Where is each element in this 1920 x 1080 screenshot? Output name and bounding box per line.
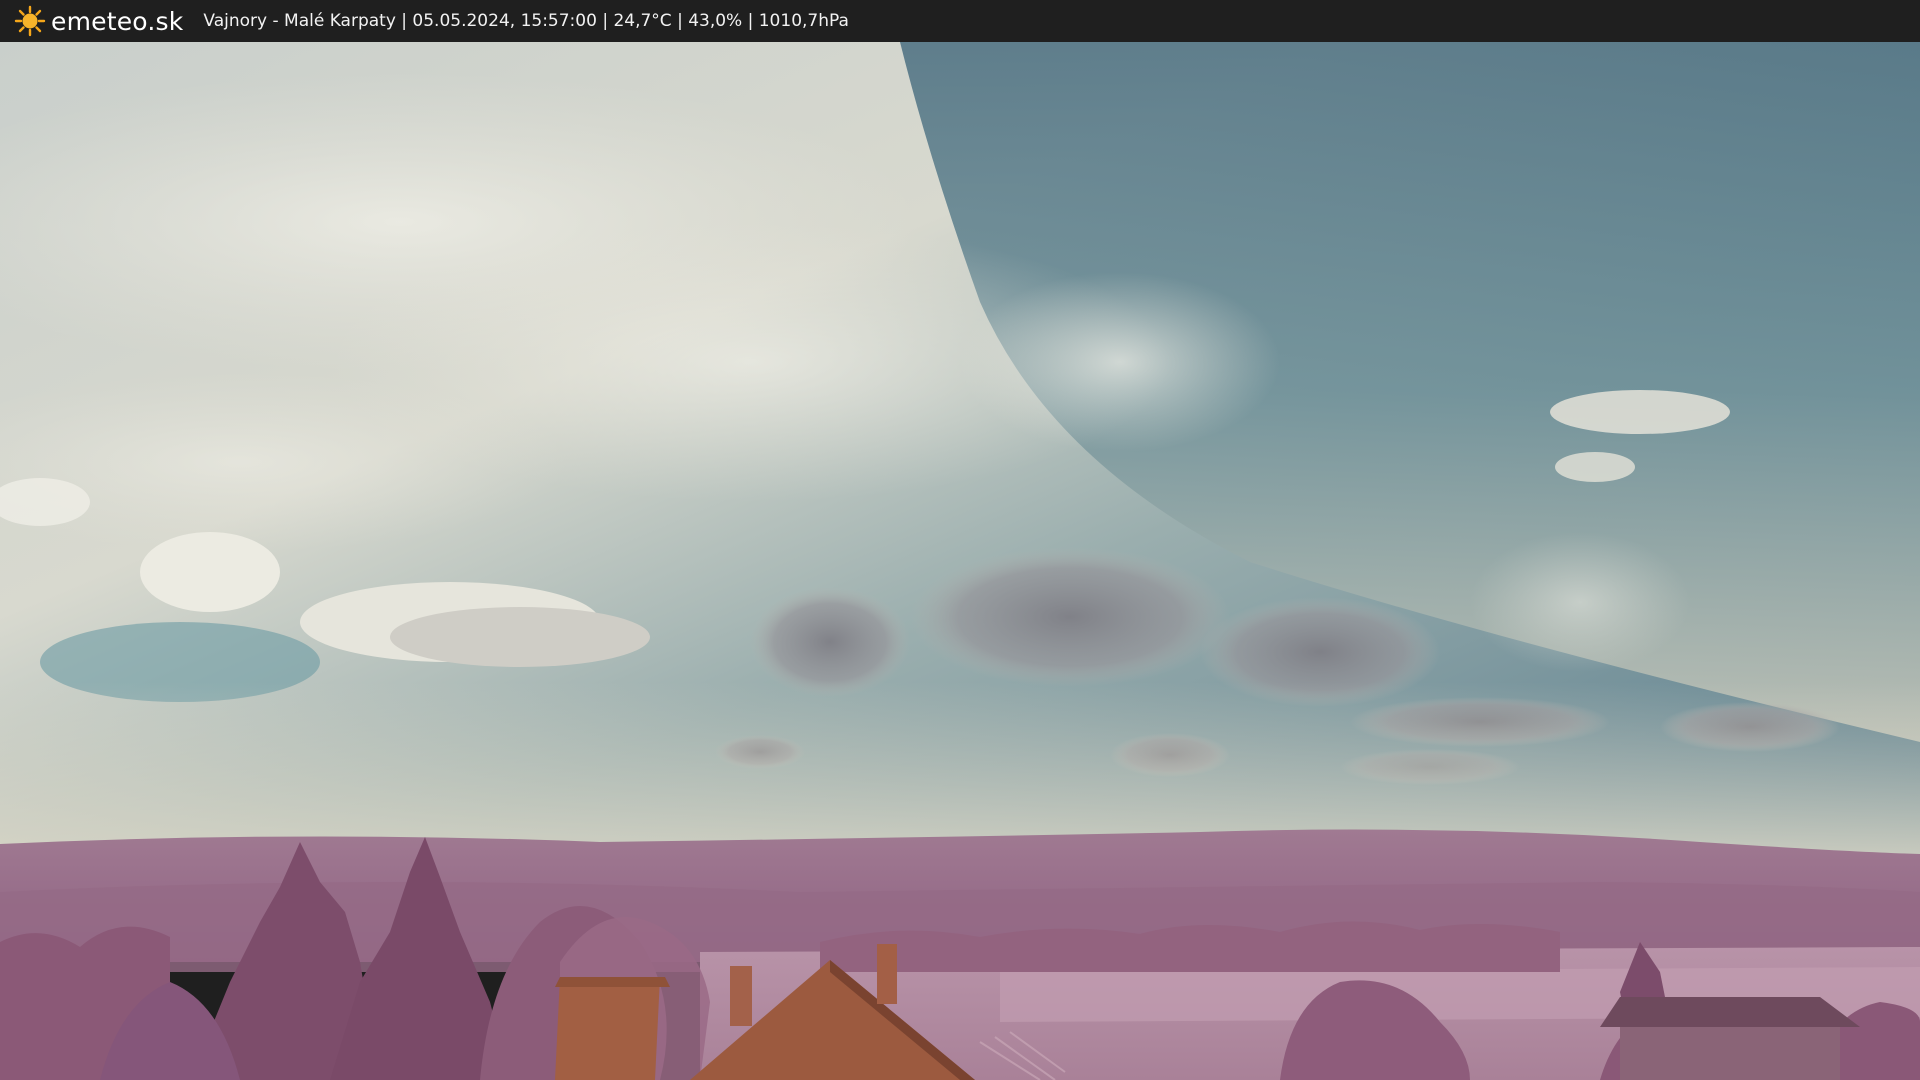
- webcam-scene: [0, 42, 1920, 1080]
- sun-icon: [14, 5, 46, 37]
- webcam-caption: Vajnory - Malé Karpaty | 05.05.2024, 15:…: [203, 11, 849, 31]
- house-right: [1600, 997, 1860, 1080]
- brand-name: emeteo.sk: [51, 6, 184, 36]
- brand-logo[interactable]: emeteo.sk: [14, 0, 183, 42]
- webcam-image: [0, 42, 1920, 1080]
- top-bar: emeteo.sk Vajnory - Malé Karpaty | 05.05…: [0, 0, 1920, 42]
